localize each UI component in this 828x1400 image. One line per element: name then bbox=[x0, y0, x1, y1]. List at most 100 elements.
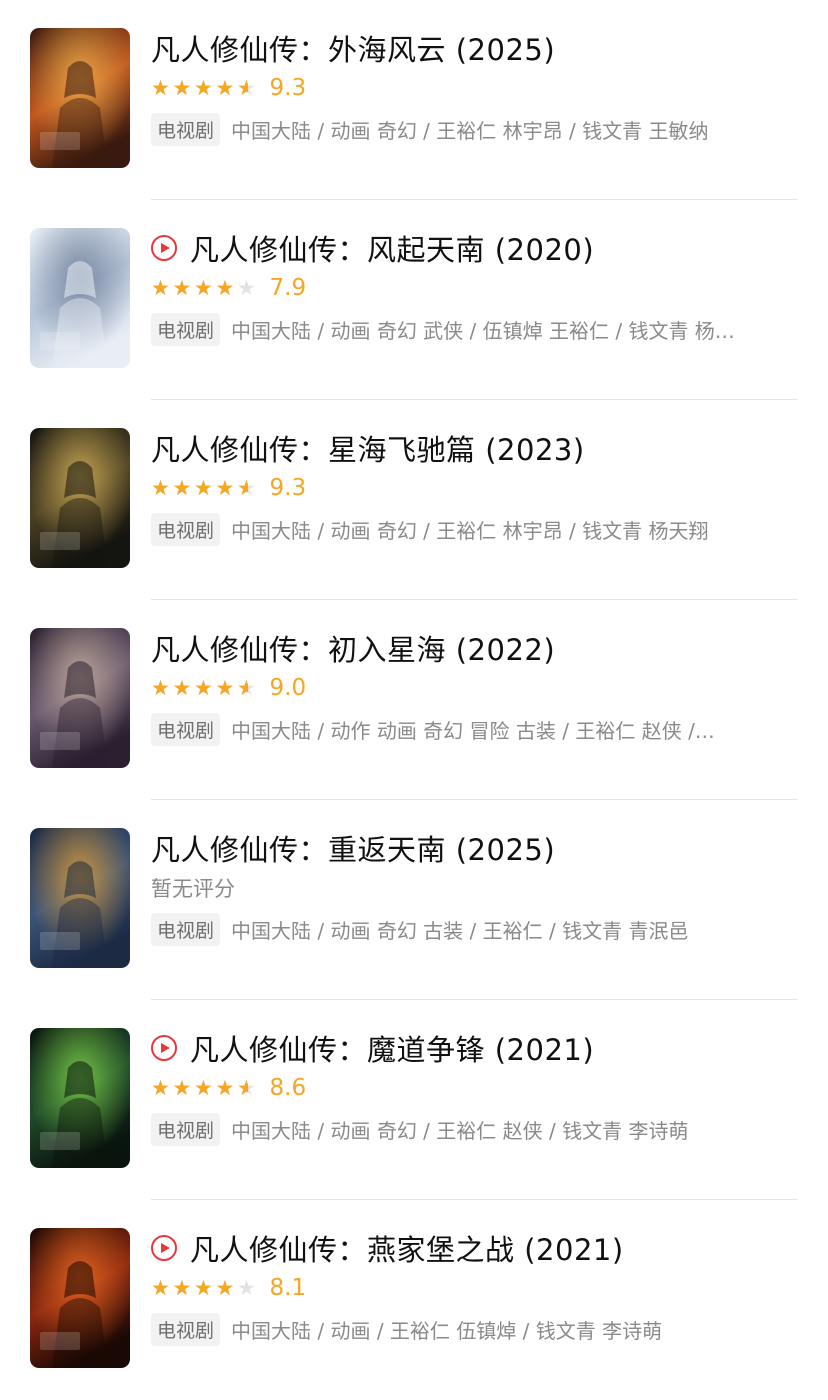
title-year: (2021) bbox=[524, 1233, 624, 1267]
rating-score: 9.3 bbox=[269, 475, 307, 501]
result-item[interactable]: 凡人修仙传：外海风云 (2025) 9.3 电视剧中国大陆 / 动画 奇幻 / 王裕… bbox=[0, 0, 828, 200]
star-icon bbox=[194, 78, 215, 99]
result-item[interactable]: 凡人修仙传：风起天南 (2020) 7.9 电视剧中国大陆 / 动画 奇幻 武侠 /… bbox=[0, 200, 828, 400]
result-title[interactable]: 凡人修仙传：初入星海 (2022) bbox=[151, 627, 555, 669]
star-icon bbox=[173, 78, 194, 99]
result-info: 凡人修仙传：外海风云 (2025) 9.3 电视剧中国大陆 / 动画 奇幻 / 王裕… bbox=[151, 28, 798, 150]
meta-text: 中国大陆 / 动作 动画 奇幻 冒险 古装 / 王裕仁 赵侠 /… bbox=[231, 718, 715, 743]
type-badge: 电视剧 bbox=[151, 1312, 221, 1346]
result-title[interactable]: 凡人修仙传：星海飞驰篇 (2023) bbox=[151, 427, 585, 469]
rating-row: 9.0 bbox=[151, 668, 798, 708]
star-icon bbox=[151, 1078, 172, 1099]
title-year: (2021) bbox=[494, 1033, 595, 1067]
poster-image[interactable] bbox=[30, 28, 130, 168]
result-info: 凡人修仙传：星海飞驰篇 (2023) 9.3 电视剧中国大陆 / 动画 奇幻 / 王… bbox=[151, 428, 798, 550]
rating-row: 8.6 bbox=[151, 1068, 798, 1108]
star-icon bbox=[216, 478, 237, 499]
title-text: 凡人修仙传：星海飞驰篇 bbox=[151, 433, 476, 467]
poster-image[interactable] bbox=[30, 1028, 130, 1168]
search-results-list: 凡人修仙传：外海风云 (2025)9.3电视剧中国大陆 / 动画 奇幻 / 王裕… bbox=[0, 0, 828, 1400]
poster-image[interactable] bbox=[30, 428, 130, 568]
title-row[interactable]: 凡人修仙传：初入星海 (2022) bbox=[151, 628, 798, 668]
result-item[interactable]: 凡人修仙传：燕家堡之战 (2021) 8.1 电视剧中国大陆 / 动画 / 王裕仁 … bbox=[0, 1200, 828, 1400]
result-title[interactable]: 凡人修仙传：燕家堡之战 (2021) bbox=[190, 1227, 624, 1269]
play-icon[interactable] bbox=[151, 1035, 177, 1061]
star-icon bbox=[216, 1078, 237, 1099]
title-row[interactable]: 凡人修仙传：星海飞驰篇 (2023) bbox=[151, 428, 798, 468]
rating-score: 9.0 bbox=[269, 675, 307, 701]
result-title[interactable]: 凡人修仙传：风起天南 (2020) bbox=[190, 227, 594, 269]
meta-row: 电视剧 中国大陆 / 动画 奇幻 古装 / 王裕仁 / 钱文青 青泯邑 bbox=[151, 908, 798, 950]
star-icon bbox=[237, 478, 258, 499]
star-rating bbox=[151, 278, 259, 299]
title-row[interactable]: 凡人修仙传：外海风云 (2025) bbox=[151, 28, 798, 68]
result-title[interactable]: 凡人修仙传：魔道争锋 (2021) bbox=[190, 1027, 594, 1069]
star-rating bbox=[151, 1078, 259, 1099]
rating-row: 暂无评分 bbox=[151, 868, 798, 908]
poster-image[interactable] bbox=[30, 828, 130, 968]
rating-score: 8.6 bbox=[269, 1075, 307, 1101]
star-icon bbox=[151, 1278, 172, 1299]
star-icon bbox=[151, 478, 172, 499]
title-text: 凡人修仙传：初入星海 bbox=[151, 633, 447, 667]
meta-row: 电视剧 中国大陆 / 动作 动画 奇幻 冒险 古装 / 王裕仁 赵侠 /… bbox=[151, 708, 798, 750]
title-row[interactable]: 凡人修仙传：燕家堡之战 (2021) bbox=[151, 1228, 798, 1268]
title-row[interactable]: 凡人修仙传：重返天南 (2025) bbox=[151, 828, 798, 868]
star-icon bbox=[216, 278, 237, 299]
meta-text: 中国大陆 / 动画 奇幻 / 王裕仁 林宇昂 / 钱文青 杨天翔 bbox=[231, 518, 709, 543]
result-info: 凡人修仙传：风起天南 (2020) 7.9 电视剧中国大陆 / 动画 奇幻 武侠 /… bbox=[151, 228, 798, 350]
star-icon bbox=[237, 1078, 258, 1099]
star-icon bbox=[194, 678, 215, 699]
star-icon bbox=[237, 1278, 258, 1299]
rating-row: 9.3 bbox=[151, 68, 798, 108]
result-item[interactable]: 凡人修仙传：星海飞驰篇 (2023) 9.3 电视剧中国大陆 / 动画 奇幻 / 王… bbox=[0, 400, 828, 600]
title-text: 凡人修仙传：燕家堡之战 bbox=[190, 1233, 515, 1267]
title-text: 凡人修仙传：风起天南 bbox=[190, 233, 486, 267]
result-title[interactable]: 凡人修仙传：重返天南 (2025) bbox=[151, 827, 555, 869]
star-icon bbox=[216, 1278, 237, 1299]
result-item[interactable]: 凡人修仙传：初入星海 (2022) 9.0 电视剧中国大陆 / 动作 动画 奇幻 冒… bbox=[0, 600, 828, 800]
star-icon bbox=[151, 278, 172, 299]
star-icon bbox=[237, 78, 258, 99]
meta-row: 电视剧 中国大陆 / 动画 奇幻 武侠 / 伍镇焯 王裕仁 / 钱文青 杨… bbox=[151, 308, 798, 350]
meta-row: 电视剧 中国大陆 / 动画 奇幻 / 王裕仁 林宇昂 / 钱文青 杨天翔 bbox=[151, 508, 798, 550]
rating-row: 7.9 bbox=[151, 268, 798, 308]
result-info: 凡人修仙传：重返天南 (2025) 暂无评分电视剧 中国大陆 / 动画 奇幻 古装 … bbox=[151, 828, 798, 950]
play-icon[interactable] bbox=[151, 1235, 177, 1261]
star-icon bbox=[237, 678, 258, 699]
poster-image[interactable] bbox=[30, 628, 130, 768]
poster-image[interactable] bbox=[30, 1228, 130, 1368]
rating-row: 8.1 bbox=[151, 1268, 798, 1308]
poster-image[interactable] bbox=[30, 228, 130, 368]
result-title[interactable]: 凡人修仙传：外海风云 (2025) bbox=[151, 27, 555, 69]
title-row[interactable]: 凡人修仙传：魔道争锋 (2021) bbox=[151, 1028, 798, 1068]
star-icon bbox=[173, 1278, 194, 1299]
rating-score: 8.1 bbox=[269, 1275, 307, 1301]
result-item[interactable]: 凡人修仙传：魔道争锋 (2021) 8.6 电视剧中国大陆 / 动画 奇幻 / 王裕… bbox=[0, 1000, 828, 1200]
meta-row: 电视剧 中国大陆 / 动画 奇幻 / 王裕仁 林宇昂 / 钱文青 王敏纳 bbox=[151, 108, 798, 150]
title-row[interactable]: 凡人修仙传：风起天南 (2020) bbox=[151, 228, 798, 268]
meta-text: 中国大陆 / 动画 / 王裕仁 伍镇焯 / 钱文青 李诗萌 bbox=[231, 1318, 663, 1343]
star-icon bbox=[216, 78, 237, 99]
title-year: (2023) bbox=[485, 433, 585, 467]
no-rating-label: 暂无评分 bbox=[151, 877, 235, 901]
star-rating bbox=[151, 678, 259, 699]
star-icon bbox=[173, 1078, 194, 1099]
result-item[interactable]: 凡人修仙传：重返天南 (2025) 暂无评分电视剧 中国大陆 / 动画 奇幻 古装 … bbox=[0, 800, 828, 1000]
type-badge: 电视剧 bbox=[151, 1112, 221, 1146]
play-icon[interactable] bbox=[151, 235, 177, 261]
meta-text: 中国大陆 / 动画 奇幻 武侠 / 伍镇焯 王裕仁 / 钱文青 杨… bbox=[231, 318, 735, 343]
type-badge: 电视剧 bbox=[151, 912, 221, 946]
type-badge: 电视剧 bbox=[151, 712, 221, 746]
result-info: 凡人修仙传：魔道争锋 (2021) 8.6 电视剧中国大陆 / 动画 奇幻 / 王裕… bbox=[151, 1028, 798, 1150]
result-info: 凡人修仙传：燕家堡之战 (2021) 8.1 电视剧中国大陆 / 动画 / 王裕仁 … bbox=[151, 1228, 798, 1350]
star-icon bbox=[173, 678, 194, 699]
title-text: 凡人修仙传：外海风云 bbox=[151, 33, 447, 67]
title-year: (2020) bbox=[494, 233, 595, 267]
title-year: (2025) bbox=[455, 833, 556, 867]
star-icon bbox=[194, 1078, 215, 1099]
result-info: 凡人修仙传：初入星海 (2022) 9.0 电视剧中国大陆 / 动作 动画 奇幻 冒… bbox=[151, 628, 798, 750]
title-year: (2022) bbox=[455, 633, 556, 667]
type-badge: 电视剧 bbox=[151, 312, 221, 346]
star-icon bbox=[151, 678, 172, 699]
